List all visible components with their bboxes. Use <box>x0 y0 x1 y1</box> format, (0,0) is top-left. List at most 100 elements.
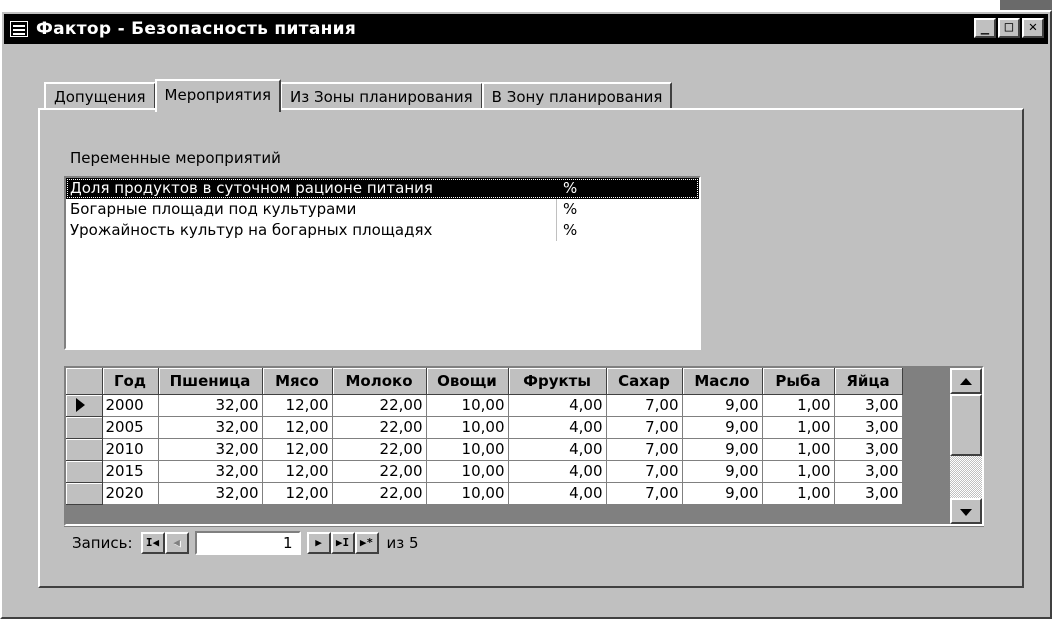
table-cell[interactable]: 7,00 <box>606 394 683 417</box>
table-cell[interactable]: 2015 <box>102 460 159 483</box>
list-item[interactable]: Доля продуктов в суточном рационе питани… <box>66 178 699 199</box>
table-cell[interactable]: 7,00 <box>606 482 683 505</box>
table-cell[interactable]: 12,00 <box>262 394 333 417</box>
table-cell[interactable]: 9,00 <box>682 394 763 417</box>
table-cell[interactable]: 10,00 <box>426 416 509 439</box>
record-count: из 5 <box>386 533 419 552</box>
table-cell[interactable]: 9,00 <box>682 416 763 439</box>
table-cell[interactable]: 3,00 <box>834 482 903 505</box>
column-header-fruits[interactable]: Фрукты <box>508 368 607 395</box>
table-cell[interactable]: 22,00 <box>332 416 427 439</box>
table-cell[interactable]: 9,00 <box>682 482 763 505</box>
column-header-wheat[interactable]: Пшеница <box>158 368 263 395</box>
variable-unit: % <box>556 220 696 241</box>
variables-listbox[interactable]: Доля продуктов в суточном рационе питани… <box>64 176 701 350</box>
record-selector[interactable] <box>66 482 103 505</box>
scroll-up-button[interactable] <box>950 368 982 394</box>
table-cell[interactable]: 12,00 <box>262 460 333 483</box>
table-row[interactable]: 2005 32,00 12,00 22,00 10,00 4,00 7,00 9,00 1,00… <box>66 416 903 439</box>
table-row[interactable]: 2000 32,00 12,00 22,00 10,00 4,00 7,00 9,00 1,00… <box>66 394 903 417</box>
table-cell[interactable]: 1,00 <box>762 482 835 505</box>
table-cell[interactable]: 10,00 <box>426 438 509 461</box>
table-cell[interactable]: 2000 <box>102 394 159 417</box>
column-header-year[interactable]: Год <box>102 368 159 395</box>
tab-to-planning-zone[interactable]: В Зону планирования <box>481 82 673 110</box>
record-number-input[interactable]: 1 <box>194 530 301 555</box>
table-cell[interactable]: 4,00 <box>508 416 607 439</box>
table-cell[interactable]: 32,00 <box>158 460 263 483</box>
next-record-button[interactable]: ▶ <box>306 531 331 554</box>
table-cell[interactable]: 10,00 <box>426 482 509 505</box>
vertical-scrollbar[interactable] <box>950 368 982 524</box>
table-cell[interactable]: 12,00 <box>262 438 333 461</box>
header-row: Год Пшеница Мясо Молоко Овощи Фрукты Сах… <box>66 368 903 395</box>
table-cell[interactable]: 22,00 <box>332 482 427 505</box>
last-record-icon: ▶I <box>335 535 350 549</box>
table-cell[interactable]: 3,00 <box>834 394 903 417</box>
column-header-eggs[interactable]: Яйца <box>834 368 903 395</box>
table-cell[interactable]: 4,00 <box>508 460 607 483</box>
table-cell[interactable]: 1,00 <box>762 416 835 439</box>
last-record-button[interactable]: ▶I <box>330 531 355 554</box>
column-header-fish[interactable]: Рыба <box>762 368 835 395</box>
table-cell[interactable]: 32,00 <box>158 416 263 439</box>
first-record-button[interactable]: I◀ <box>140 531 165 554</box>
record-selector[interactable] <box>66 416 103 439</box>
table-cell[interactable]: 32,00 <box>158 482 263 505</box>
record-selector[interactable] <box>66 438 103 461</box>
previous-record-button[interactable]: ◀ <box>164 531 189 554</box>
variable-name: Урожайность культур на богарных площадях <box>70 221 433 239</box>
table-cell[interactable]: 32,00 <box>158 438 263 461</box>
table-cell[interactable]: 2020 <box>102 482 159 505</box>
scroll-down-button[interactable] <box>950 498 982 524</box>
column-header-oil[interactable]: Масло <box>682 368 763 395</box>
column-header-vegetables[interactable]: Овощи <box>426 368 509 395</box>
table-cell[interactable]: 12,00 <box>262 416 333 439</box>
table-cell[interactable]: 7,00 <box>606 416 683 439</box>
tab-assumptions[interactable]: Допущения <box>44 82 156 110</box>
table-cell[interactable]: 9,00 <box>682 438 763 461</box>
column-header-sugar[interactable]: Сахар <box>606 368 683 395</box>
tab-measures[interactable]: Мероприятия <box>154 79 282 112</box>
record-selector[interactable] <box>66 394 103 417</box>
column-header-milk[interactable]: Молоко <box>332 368 427 395</box>
table-cell[interactable]: 3,00 <box>834 460 903 483</box>
table-cell[interactable]: 1,00 <box>762 394 835 417</box>
data-table: Год Пшеница Мясо Молоко Овощи Фрукты Сах… <box>66 368 903 505</box>
table-cell[interactable]: 32,00 <box>158 394 263 417</box>
table-row[interactable]: 2010 32,00 12,00 22,00 10,00 4,00 7,00 9,00 1,00… <box>66 438 903 461</box>
table-cell[interactable]: 22,00 <box>332 460 427 483</box>
table-cell[interactable]: 3,00 <box>834 416 903 439</box>
table-cell[interactable]: 4,00 <box>508 438 607 461</box>
table-cell[interactable]: 1,00 <box>762 438 835 461</box>
tab-from-planning-zone[interactable]: Из Зоны планирования <box>280 82 483 110</box>
table-cell[interactable]: 9,00 <box>682 460 763 483</box>
maximize-button[interactable]: □ <box>998 18 1020 38</box>
new-record-button[interactable]: ▶* <box>354 531 379 554</box>
table-cell[interactable]: 2005 <box>102 416 159 439</box>
table-cell[interactable]: 22,00 <box>332 438 427 461</box>
table-cell[interactable]: 22,00 <box>332 394 427 417</box>
table-cell[interactable]: 4,00 <box>508 482 607 505</box>
table-cell[interactable]: 2010 <box>102 438 159 461</box>
table-cell[interactable]: 10,00 <box>426 394 509 417</box>
record-navigator: Запись: I◀ ◀ 1 ▶ ▶I ▶* из 5 <box>64 526 984 558</box>
list-item[interactable]: Богарные площади под культурами % <box>66 199 699 220</box>
table-cell[interactable]: 3,00 <box>834 438 903 461</box>
record-selector[interactable] <box>66 460 103 483</box>
column-header-meat[interactable]: Мясо <box>262 368 333 395</box>
table-cell[interactable]: 1,00 <box>762 460 835 483</box>
corner-selector[interactable] <box>66 368 103 395</box>
title-bar[interactable]: Фактор - Безопасность питания _ □ ✕ <box>4 14 1048 44</box>
minimize-button[interactable]: _ <box>974 18 996 38</box>
table-cell[interactable]: 7,00 <box>606 460 683 483</box>
table-row[interactable]: 2020 32,00 12,00 22,00 10,00 4,00 7,00 9,00 1,00… <box>66 482 903 505</box>
table-cell[interactable]: 10,00 <box>426 460 509 483</box>
list-item[interactable]: Урожайность культур на богарных площадях… <box>66 220 699 241</box>
scroll-thumb[interactable] <box>950 394 982 456</box>
close-button[interactable]: ✕ <box>1022 18 1044 38</box>
table-cell[interactable]: 4,00 <box>508 394 607 417</box>
table-cell[interactable]: 7,00 <box>606 438 683 461</box>
table-cell[interactable]: 12,00 <box>262 482 333 505</box>
table-row[interactable]: 2015 32,00 12,00 22,00 10,00 4,00 7,00 9,00 1,00… <box>66 460 903 483</box>
